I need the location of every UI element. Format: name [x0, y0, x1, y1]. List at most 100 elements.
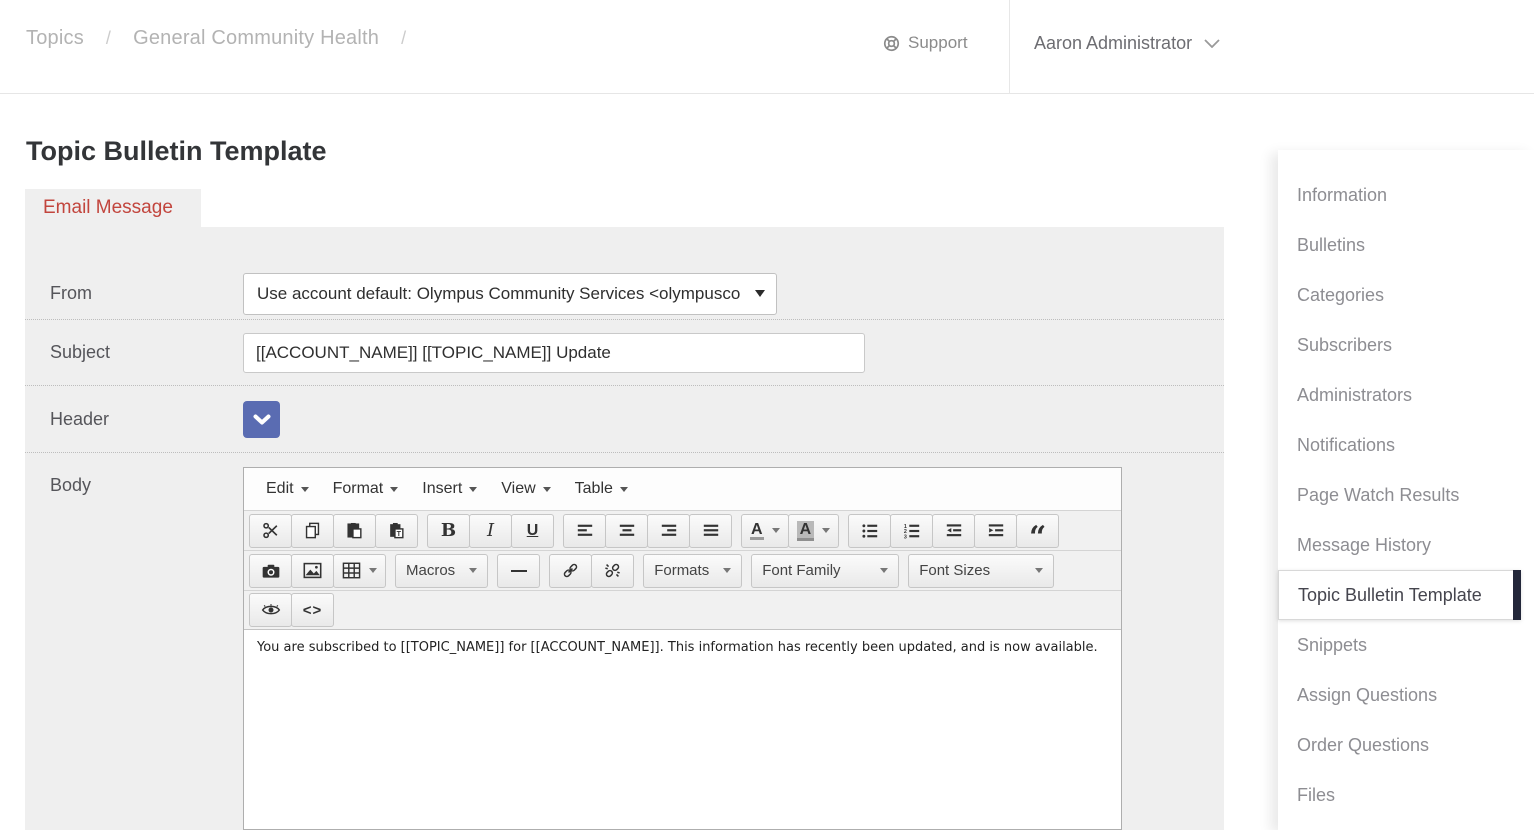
breadcrumb-topics[interactable]: Topics	[26, 27, 84, 49]
align-center-icon	[618, 522, 636, 540]
editor-menubar: Edit Format Insert View Table	[244, 468, 1121, 510]
sidebar-item-bulletins[interactable]: Bulletins	[1278, 220, 1534, 270]
sidebar-item-page-watch-results[interactable]: Page Watch Results	[1278, 470, 1534, 520]
header-expand-button[interactable]	[243, 401, 280, 438]
sidebar-item-label: Message History	[1297, 535, 1431, 556]
text-color-button[interactable]: A	[741, 514, 789, 548]
svg-text:T: T	[397, 530, 402, 538]
background-color-button[interactable]: A	[788, 514, 840, 548]
menu-table-label: Table	[575, 480, 613, 498]
support-link[interactable]: Support	[883, 33, 968, 53]
user-menu[interactable]: Aaron Administrator	[1034, 33, 1220, 54]
insert-image-button[interactable]	[291, 554, 334, 588]
underline-button[interactable]: U	[511, 514, 554, 548]
cut-button[interactable]	[249, 514, 292, 548]
align-right-button[interactable]	[647, 514, 690, 548]
outdent-icon	[945, 522, 963, 540]
paste-as-text-button[interactable]: T	[375, 514, 418, 548]
caret-down-icon	[620, 487, 628, 492]
from-select[interactable]: Use account default: Olympus Community S…	[243, 273, 777, 315]
numbered-list-button[interactable]: 123	[890, 514, 933, 548]
tab-label: Email Message	[43, 197, 173, 219]
sidebar-item-subscribers[interactable]: Subscribers	[1278, 320, 1534, 370]
horizontal-rule-button[interactable]	[497, 554, 540, 588]
sidebar-item-label: Order Questions	[1297, 735, 1429, 756]
blockquote-button[interactable]: “	[1016, 514, 1059, 548]
eye-icon	[261, 603, 281, 617]
menu-format-label: Format	[333, 480, 384, 498]
bold-button[interactable]: B	[427, 514, 470, 548]
align-left-button[interactable]	[563, 514, 606, 548]
sidebar-item-label: Assign Questions	[1297, 685, 1437, 706]
align-justify-button[interactable]	[689, 514, 732, 548]
from-select-value: Use account default: Olympus Community S…	[257, 284, 740, 304]
sidebar-item-label: Topic Bulletin Template	[1298, 585, 1482, 606]
link-icon	[561, 561, 580, 580]
numbered-list-icon: 123	[903, 522, 921, 540]
macros-button[interactable]: Macros	[395, 554, 488, 588]
copy-icon	[303, 521, 322, 540]
sidebar-item-order-questions[interactable]: Order Questions	[1278, 720, 1534, 770]
align-center-button[interactable]	[605, 514, 648, 548]
user-name: Aaron Administrator	[1034, 33, 1192, 54]
sidebar-item-label: Page Watch Results	[1297, 485, 1459, 506]
menu-insert-label: Insert	[422, 480, 462, 498]
breadcrumb-separator: /	[401, 28, 406, 48]
table-icon	[342, 562, 361, 579]
sidebar-item-notifications[interactable]: Notifications	[1278, 420, 1534, 470]
align-right-icon	[660, 522, 678, 540]
paste-icon	[345, 521, 364, 540]
editor-toolbar-1: T B I U A A	[244, 510, 1121, 550]
preview-button[interactable]	[249, 593, 292, 627]
underline-icon: U	[527, 522, 539, 540]
copy-button[interactable]	[291, 514, 334, 548]
source-code-button[interactable]: <>	[291, 593, 334, 627]
sidebar-item-snippets[interactable]: Snippets	[1278, 620, 1534, 670]
sidebar-item-administrators[interactable]: Administrators	[1278, 370, 1534, 420]
header-divider	[1009, 0, 1010, 94]
caret-down-icon	[543, 487, 551, 492]
camera-button[interactable]	[249, 554, 292, 588]
menu-table[interactable]: Table	[563, 472, 640, 506]
caret-down-icon	[723, 568, 731, 573]
sidebar-item-categories[interactable]: Categories	[1278, 270, 1534, 320]
menu-insert[interactable]: Insert	[410, 472, 489, 506]
caret-down-icon	[1035, 568, 1043, 573]
menu-view[interactable]: View	[489, 472, 562, 506]
sidebar-item-information[interactable]: Information	[1278, 170, 1534, 220]
remove-link-button[interactable]	[591, 554, 634, 588]
paste-text-icon: T	[387, 521, 406, 540]
font-family-button[interactable]: Font Family	[751, 554, 899, 588]
from-label: From	[50, 283, 243, 304]
subject-input[interactable]	[243, 333, 865, 373]
page-title: Topic Bulletin Template	[26, 136, 327, 167]
tab-email-message[interactable]: Email Message	[25, 189, 201, 227]
image-icon	[303, 562, 322, 579]
text-color-icon: A	[750, 522, 764, 540]
sidebar-item-message-history[interactable]: Message History	[1278, 520, 1534, 570]
breadcrumb: Topics/General Community Health/	[26, 27, 428, 50]
form-panel: From Use account default: Olympus Commun…	[25, 227, 1224, 830]
formats-button[interactable]: Formats	[643, 554, 742, 588]
sidebar-item-topic-bulletin-template[interactable]: Topic Bulletin Template	[1278, 570, 1521, 620]
editor-content[interactable]: You are subscribed to [[TOPIC_NAME]] for…	[244, 630, 1121, 829]
bullet-list-button[interactable]	[848, 514, 891, 548]
subject-row: Subject	[25, 320, 1224, 386]
font-sizes-button[interactable]: Font Sizes	[908, 554, 1054, 588]
breadcrumb-topic-name[interactable]: General Community Health	[133, 27, 379, 49]
menu-edit[interactable]: Edit	[254, 472, 321, 506]
indent-button[interactable]	[974, 514, 1017, 548]
bold-icon: B	[441, 520, 456, 541]
insert-link-button[interactable]	[549, 554, 592, 588]
sidebar-item-assign-questions[interactable]: Assign Questions	[1278, 670, 1534, 720]
paste-button[interactable]	[333, 514, 376, 548]
italic-button[interactable]: I	[469, 514, 512, 548]
editor-toolbar-2: Macros Formats Font Family	[244, 550, 1121, 590]
outdent-button[interactable]	[932, 514, 975, 548]
scissors-icon	[261, 521, 280, 540]
macros-label: Macros	[406, 562, 455, 579]
menu-format[interactable]: Format	[321, 472, 411, 506]
sidebar-item-files[interactable]: Files	[1278, 770, 1534, 820]
table-button[interactable]	[333, 554, 386, 588]
unlink-icon	[603, 561, 622, 580]
